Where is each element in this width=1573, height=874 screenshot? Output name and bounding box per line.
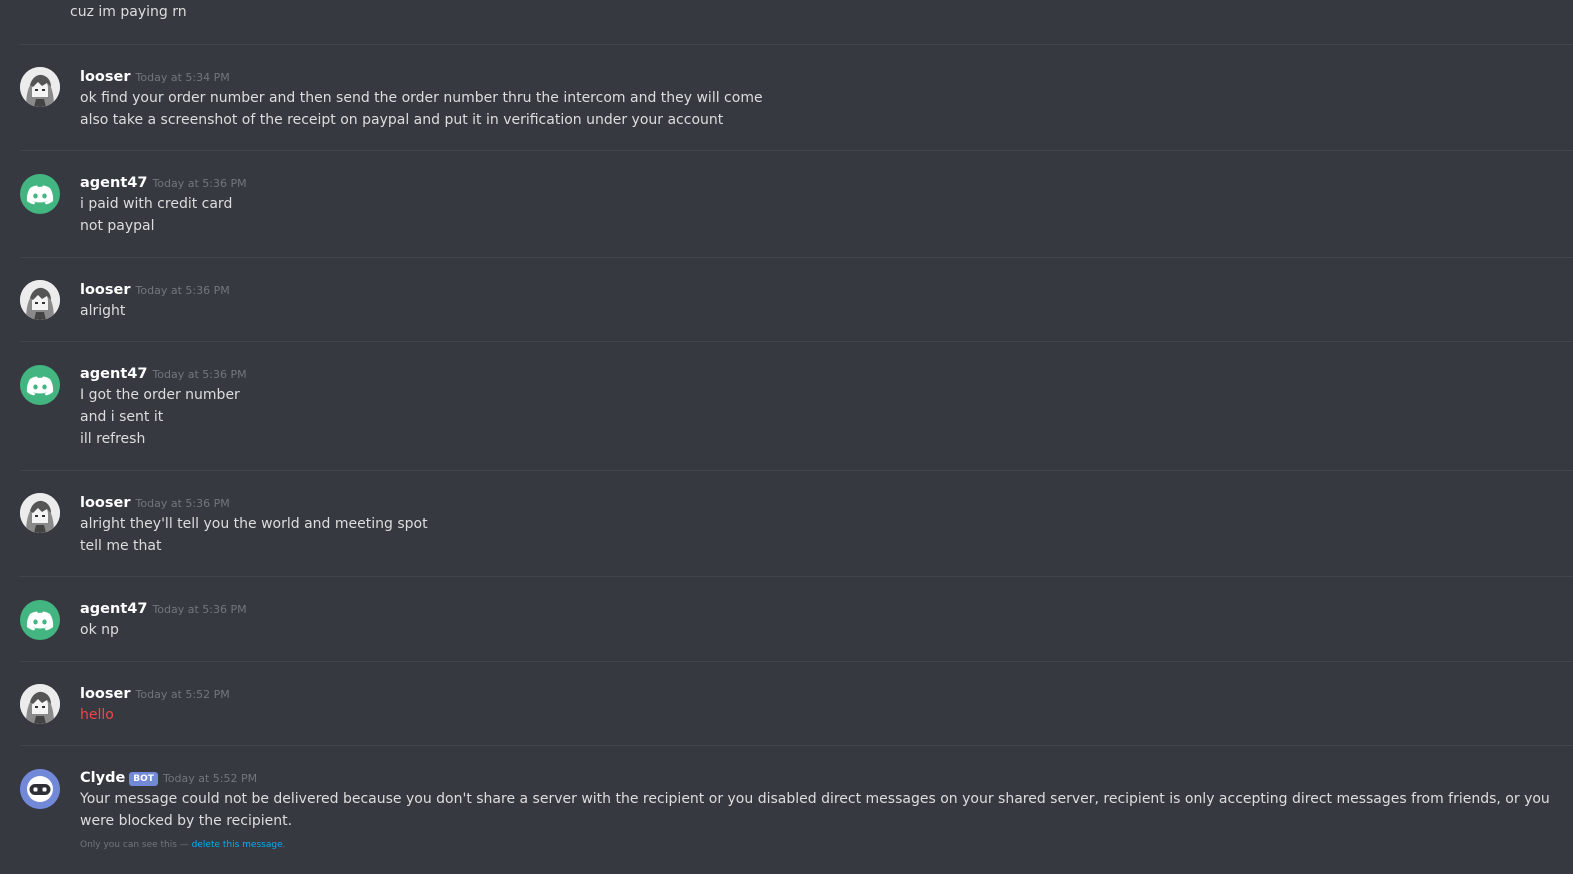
discord-default-icon [26, 185, 54, 205]
message-text: alright [80, 303, 126, 319]
message-text: I got the order number [80, 387, 240, 403]
message-text: alright they'll tell you the world and m… [80, 516, 428, 532]
username[interactable]: agent47 [80, 366, 147, 382]
anime-avatar-icon [20, 493, 60, 533]
username[interactable]: looser [80, 686, 131, 702]
bot-tag: BOT [129, 772, 158, 786]
message-group: agent47 Today at 5:36 PM ok np [20, 576, 1573, 661]
message-text: ill refresh [80, 431, 146, 447]
message-group: looser Today at 5:52 PM hello [20, 661, 1573, 746]
clyde-bot-icon [20, 769, 60, 809]
user-avatar[interactable] [20, 174, 60, 214]
user-avatar[interactable] [20, 280, 60, 320]
message-group: agent47 Today at 5:36 PM I got the order … [20, 341, 1573, 470]
message-text: Your message could not be delivered beca… [80, 791, 1550, 829]
failed-message-text: hello [80, 707, 114, 723]
user-avatar[interactable] [20, 684, 60, 724]
anime-avatar-icon [20, 684, 60, 724]
username[interactable]: agent47 [80, 601, 147, 617]
message-text: not paypal [80, 218, 155, 234]
message-text: ok np [80, 622, 119, 638]
username[interactable]: Clyde [80, 770, 125, 786]
message-text: tell me that [80, 538, 162, 554]
timestamp[interactable]: Today at 5:36 PM [152, 368, 246, 381]
anime-avatar-icon [20, 67, 60, 107]
clyde-avatar[interactable] [20, 769, 60, 809]
username[interactable]: agent47 [80, 175, 147, 191]
discord-default-icon [26, 611, 54, 631]
timestamp[interactable]: Today at 5:52 PM [163, 772, 257, 785]
message-text: and i sent it [80, 409, 164, 425]
username[interactable]: looser [80, 495, 131, 511]
message-text: ok find your order number and then send … [80, 90, 763, 106]
user-avatar[interactable] [20, 365, 60, 405]
timestamp[interactable]: Today at 5:34 PM [136, 71, 230, 84]
timestamp[interactable]: Today at 5:36 PM [136, 497, 230, 510]
message-text: cuz im paying rn [70, 4, 187, 20]
message-list[interactable]: cuz im paying rn looser Today at 5:34 PM … [0, 0, 1573, 873]
timestamp[interactable]: Today at 5:36 PM [152, 177, 246, 190]
message-group: looser Today at 5:36 PM alright they'll t… [20, 470, 1573, 577]
timestamp[interactable]: Today at 5:36 PM [136, 284, 230, 297]
ephemeral-note: Only you can see this — delete this mess… [80, 838, 1573, 852]
anime-avatar-icon [20, 280, 60, 320]
message-group: looser Today at 5:36 PM alright [20, 257, 1573, 342]
user-avatar[interactable] [20, 67, 60, 107]
username[interactable]: looser [80, 69, 131, 85]
discord-default-icon [26, 376, 54, 396]
message-continuation: cuz im paying rn [10, 0, 1563, 44]
delete-message-link[interactable]: delete this message [192, 840, 283, 850]
message-text: also take a screenshot of the receipt on… [80, 112, 724, 128]
ephemeral-text: Only you can see this — [80, 840, 192, 850]
message-text: i paid with credit card [80, 196, 233, 212]
user-avatar[interactable] [20, 600, 60, 640]
message-group: Clyde BOT Today at 5:52 PM Your message co… [20, 745, 1573, 874]
ephemeral-end: . [282, 840, 286, 850]
user-avatar[interactable] [20, 493, 60, 533]
timestamp[interactable]: Today at 5:52 PM [136, 688, 230, 701]
message-group: agent47 Today at 5:36 PM i paid with cred… [20, 150, 1573, 257]
message-group: looser Today at 5:34 PM ok find your orde… [20, 44, 1573, 151]
username[interactable]: looser [80, 282, 131, 298]
timestamp[interactable]: Today at 5:36 PM [152, 603, 246, 616]
